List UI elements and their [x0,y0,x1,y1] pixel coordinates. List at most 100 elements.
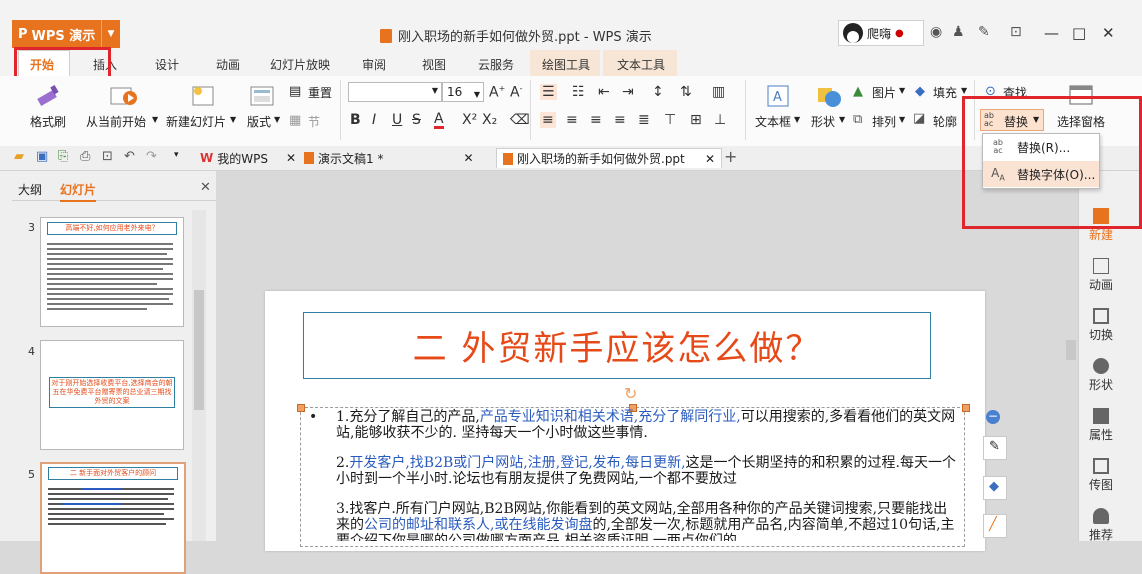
close-icon[interactable]: ✕ [463,151,473,165]
justify-icon[interactable]: ≡ [614,112,626,128]
chevron-down-icon[interactable]: ▼ [794,115,800,124]
chevron-down-icon[interactable]: ▼ [274,115,280,124]
close-panel-icon[interactable]: ✕ [200,180,211,195]
maximize-button[interactable]: □ [1072,24,1086,42]
print-icon[interactable]: ⎙ [80,149,90,164]
sidebar-item-upload-image[interactable]: 传图 [1080,458,1122,493]
slide-thumbnail-5[interactable]: 二 新手面对外贸客户的顾问 [40,462,186,574]
restore-icon[interactable]: ⊡ [1010,24,1022,40]
superscript-icon[interactable]: X² [462,112,477,128]
distribute-icon[interactable]: ≣ [638,112,650,128]
numbered-list-icon[interactable]: ☷ [572,84,585,100]
text-box-button[interactable]: 文本框 [755,113,791,130]
format-painter-button[interactable]: 格式刷 [30,113,66,130]
line-spacing-icon[interactable]: ↕ [652,84,664,100]
collapse-icon[interactable]: − [986,410,1000,424]
text-direction-icon[interactable]: ⇅ [680,84,692,100]
redo-icon[interactable]: ↷ [146,149,157,164]
clear-format-icon[interactable]: ⌫ [510,112,530,128]
user-account[interactable]: 爬嗨 ● [838,20,924,46]
app-menu-dropdown-icon[interactable]: ▼ [101,20,120,48]
customize-dropdown-icon[interactable]: ▾ [174,150,179,160]
undo-icon[interactable]: ↶ [124,149,135,164]
decrease-font-icon[interactable]: A- [510,84,522,101]
italic-button[interactable]: I [372,112,376,128]
sidebar-item-animation[interactable]: 动画 [1080,258,1122,293]
export-pdf-icon[interactable]: ⎘ [58,149,68,164]
align-bottom-icon[interactable]: ⊥ [714,112,726,128]
tab-text-tools[interactable]: 文本工具 [617,56,665,73]
close-icon[interactable]: ✕ [705,152,715,166]
scroll-thumb[interactable] [194,290,204,410]
strikethrough-button[interactable]: S [412,112,421,128]
doc-tab-presentation1[interactable]: 演示文稿1 * ✕ [304,148,474,168]
minimize-button[interactable]: — [1044,24,1059,42]
line-style-button[interactable]: ╱ [983,514,1007,538]
decrease-indent-icon[interactable]: ⇤ [598,84,610,100]
resize-handle[interactable] [297,404,305,412]
align-right-icon[interactable]: ≡ [590,112,602,128]
chevron-down-icon[interactable]: ▼ [839,115,845,124]
font-name-select[interactable]: ▼ [348,82,442,102]
layout-button[interactable]: 版式 [247,113,271,130]
edit-shape-button[interactable]: ✎ [983,436,1007,460]
bullet-list-icon[interactable]: ☰ [540,84,557,100]
sidebar-item-properties[interactable]: 属性 [1080,408,1122,443]
chevron-down-icon[interactable]: ▼ [152,115,158,124]
tab-animation[interactable]: 动画 [216,56,240,73]
sidebar-item-recommend[interactable]: 推荐 [1080,508,1122,543]
slide-thumbnail-3[interactable]: 高端不好,如何应用老外来电？ [40,217,184,327]
reset-button[interactable]: 重置 [308,84,332,101]
underline-button[interactable]: U [392,112,402,128]
font-color-icon[interactable]: A [434,112,444,129]
align-left-icon[interactable]: ≡ [540,112,556,128]
subscript-icon[interactable]: X₂ [482,112,497,128]
tab-drawing-tools[interactable]: 绘图工具 [542,56,590,73]
align-top-icon[interactable]: ⊤ [664,112,676,128]
tab-slideshow[interactable]: 幻灯片放映 [270,56,330,73]
slide-thumbnail-4[interactable]: 对于刚开始选择收费平台,选择商会的朝五在华免费平台赠寄票的总业请三期找外贸的文案 [40,340,184,450]
chevron-down-icon[interactable]: ▼ [230,115,236,124]
chevron-down-icon[interactable]: ▼ [961,86,967,95]
from-current-button[interactable]: 从当前开始 [86,113,146,130]
tab-design[interactable]: 设计 [155,56,179,73]
fill-color-button[interactable]: ◆ [983,476,1007,500]
chevron-down-icon[interactable]: ▼ [899,115,905,124]
pen-icon[interactable]: ✎ [978,24,990,40]
close-button[interactable]: ✕ [1102,24,1115,42]
doc-tab-my-wps[interactable]: W 我的WPS ✕ [200,148,296,168]
tab-cloud[interactable]: 云服务 [478,56,514,73]
picture-button[interactable]: 图片 [872,84,896,101]
sidebar-item-shape[interactable]: 形状 [1080,358,1122,393]
close-icon[interactable]: ✕ [286,151,296,165]
wps-app-menu-button[interactable]: P WPS 演示 ▼ [12,20,120,48]
panel-scrollbar[interactable] [192,210,206,541]
shape-button[interactable]: 形状 [811,113,835,130]
open-folder-icon[interactable]: ▰ [14,149,24,164]
tab-slides[interactable]: 幻灯片 [60,181,97,202]
doc-tab-current[interactable]: 刚入职场的新手如何做外贸.ppt ✕ [496,148,722,168]
tab-review[interactable]: 审阅 [362,56,386,73]
font-size-select[interactable]: 16 ▼ [442,82,484,102]
chevron-down-icon[interactable]: ▼ [899,86,905,95]
sidebar-item-transition[interactable]: 切换 [1080,308,1122,343]
new-slide-button[interactable]: 新建幻灯片 [166,113,226,130]
fill-button[interactable]: 填充 [933,84,957,101]
resize-handle[interactable] [962,404,970,412]
tab-view[interactable]: 视图 [422,56,446,73]
slide-title[interactable]: 二 外贸新手应该怎么做？ [303,312,931,379]
outline-button[interactable]: 轮廓 [933,113,957,130]
arrange-button[interactable]: 排列 [872,113,896,130]
section-button[interactable]: 节 [308,113,320,130]
skin-icon[interactable]: ◉ [930,24,942,40]
new-tab-button[interactable]: + [724,147,737,166]
bold-button[interactable]: B [350,112,361,128]
shirt-icon[interactable]: ♟ [952,24,965,40]
align-center-icon[interactable]: ≡ [566,112,578,128]
tab-outline[interactable]: 大纲 [18,181,42,198]
canvas-scroll-thumb[interactable] [1066,340,1076,360]
increase-indent-icon[interactable]: ⇥ [622,84,634,100]
increase-font-icon[interactable]: A+ [489,84,505,101]
columns-icon[interactable]: ▥ [712,84,725,100]
rotate-handle-icon[interactable]: ↻ [624,384,637,403]
